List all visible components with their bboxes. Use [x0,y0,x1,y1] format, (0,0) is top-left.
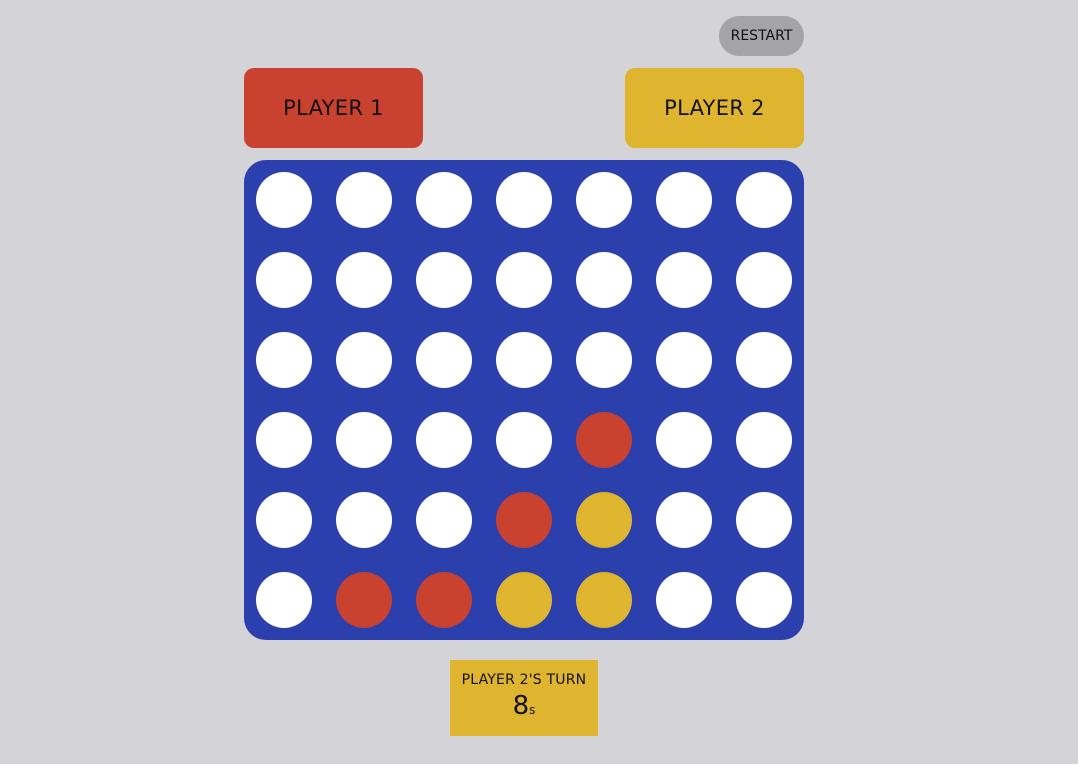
board-cell-empty[interactable] [736,492,792,548]
timer-unit: s [529,703,536,717]
board-cell-empty[interactable] [736,172,792,228]
board-cell-empty[interactable] [656,572,712,628]
timer-value: 8 [512,691,530,721]
board-cell-empty[interactable] [336,332,392,388]
board-cell-empty[interactable] [496,172,552,228]
board-cell-empty[interactable] [736,252,792,308]
board-cell-empty[interactable] [736,572,792,628]
board-cell-empty[interactable] [416,172,472,228]
board-cell-yellow-disc[interactable] [576,572,632,628]
board-cell-empty[interactable] [736,412,792,468]
turn-label: PLAYER 2'S TURN [461,672,587,688]
board-cell-empty[interactable] [576,252,632,308]
board-grid [256,172,792,628]
board-cell-empty[interactable] [256,332,312,388]
board-cell-empty[interactable] [256,492,312,548]
board-cell-empty[interactable] [656,172,712,228]
board-cell-empty[interactable] [256,572,312,628]
board-cell-red-disc[interactable] [336,572,392,628]
board-cell-empty[interactable] [256,412,312,468]
board-cell-empty[interactable] [736,332,792,388]
board-cell-empty[interactable] [416,332,472,388]
board-cell-empty[interactable] [656,412,712,468]
board-cell-empty[interactable] [416,412,472,468]
board-cell-empty[interactable] [496,332,552,388]
board-cell-empty[interactable] [336,412,392,468]
board-cell-empty[interactable] [256,252,312,308]
board-cell-empty[interactable] [576,172,632,228]
game-board [244,160,804,640]
turn-timer: 8s [450,692,598,724]
board-cell-yellow-disc[interactable] [576,492,632,548]
board-cell-red-disc[interactable] [496,492,552,548]
board-cell-empty[interactable] [336,492,392,548]
player-1-card: PLAYER 1 [244,68,423,148]
player-2-label: PLAYER 2 [664,96,765,120]
player-1-label: PLAYER 1 [283,96,384,120]
restart-button[interactable]: RESTART [719,16,804,56]
player-2-card: PLAYER 2 [625,68,804,148]
board-cell-empty[interactable] [496,252,552,308]
board-cell-empty[interactable] [336,252,392,308]
board-cell-empty[interactable] [416,492,472,548]
board-cell-empty[interactable] [656,252,712,308]
turn-indicator: PLAYER 2'S TURN 8s [450,660,598,736]
board-cell-red-disc[interactable] [576,412,632,468]
board-cell-empty[interactable] [656,332,712,388]
board-cell-empty[interactable] [416,252,472,308]
board-cell-empty[interactable] [656,492,712,548]
board-cell-yellow-disc[interactable] [496,572,552,628]
board-cell-empty[interactable] [496,412,552,468]
board-cell-empty[interactable] [576,332,632,388]
board-cell-empty[interactable] [336,172,392,228]
board-cell-empty[interactable] [256,172,312,228]
board-cell-red-disc[interactable] [416,572,472,628]
